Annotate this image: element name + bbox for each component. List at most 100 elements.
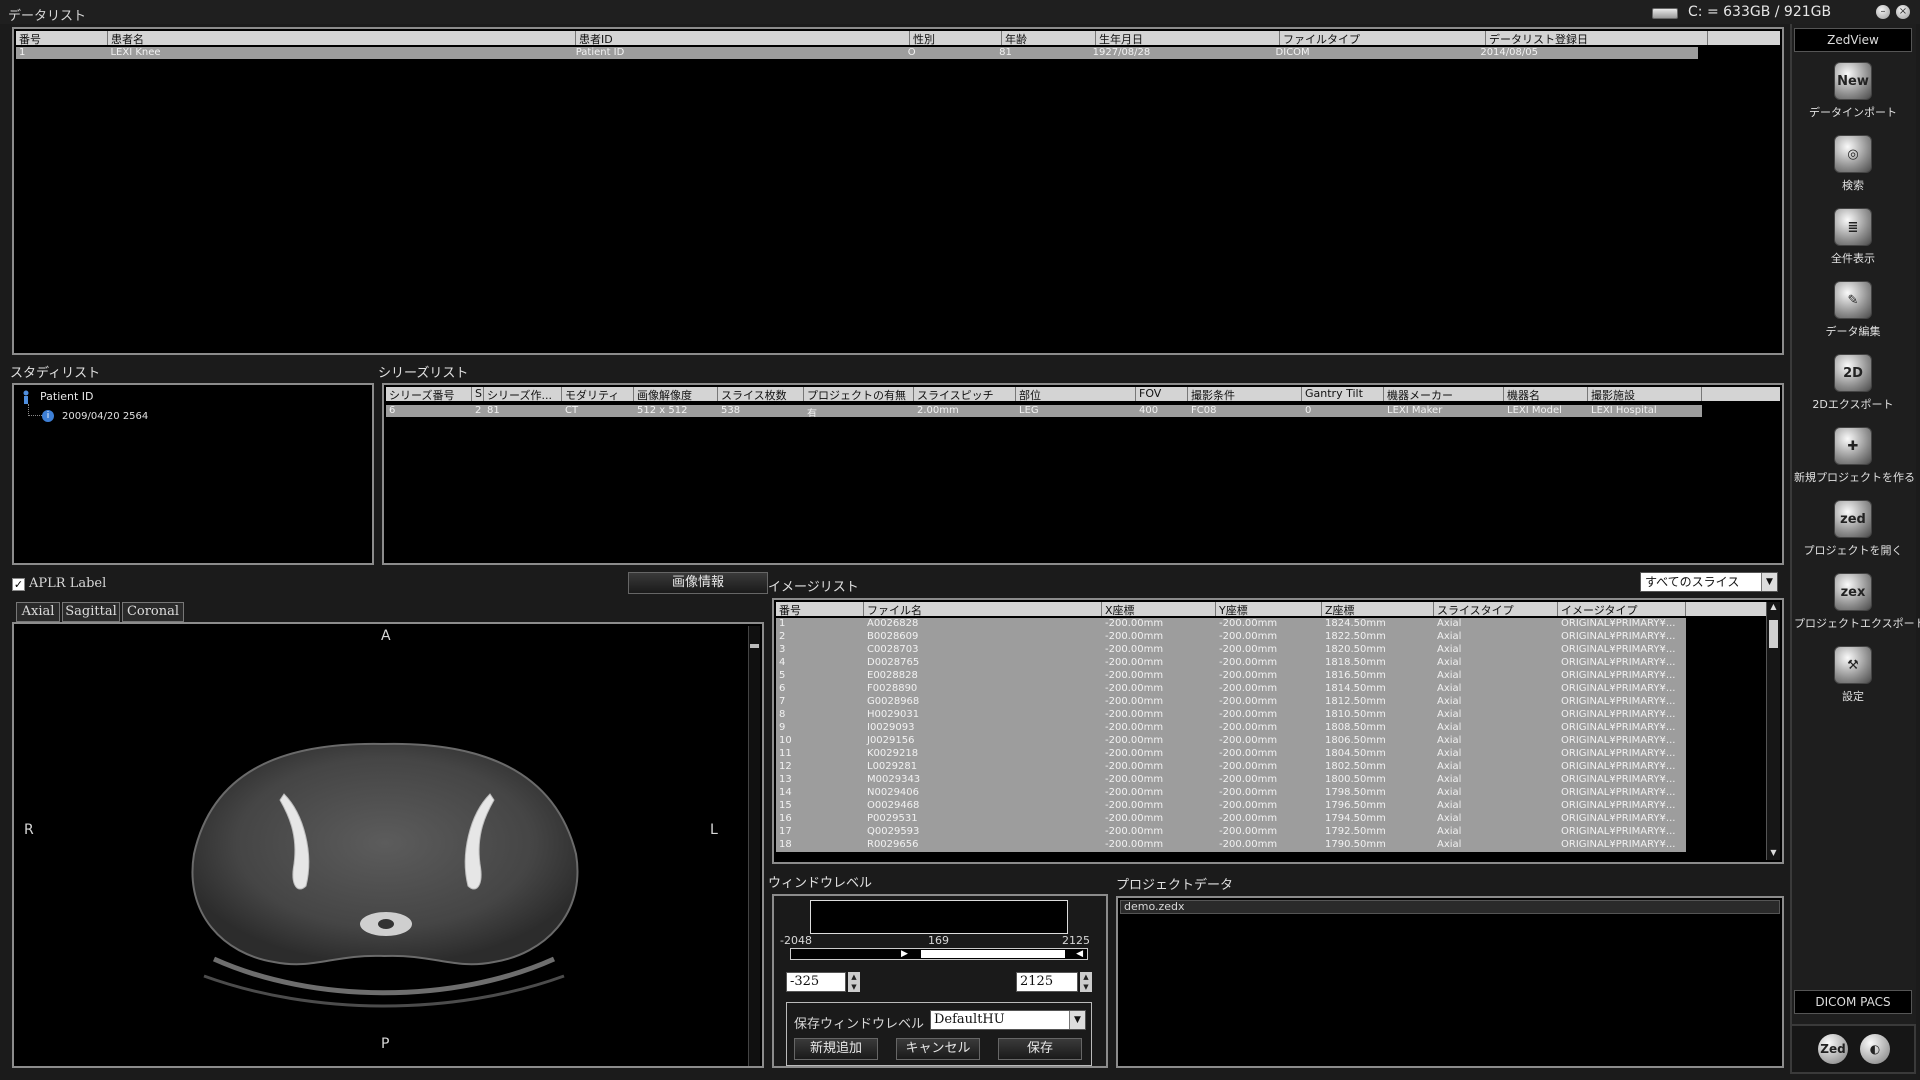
ct-viewport[interactable] [12, 622, 764, 1068]
image-list-scrollbar[interactable]: ▲ ▼ [1766, 602, 1780, 860]
column-header[interactable]: ファイル名 [864, 602, 1102, 616]
table-row[interactable]: 12 L0029281 -200.00mm -200.00mm 1802.50mm Axi… [776, 761, 1686, 774]
sidebar-button-new-project[interactable]: ✚ 新規プロジェクトを作る [1794, 427, 1915, 497]
column-header[interactable]: スライスタイプ [1434, 602, 1558, 616]
export-2d-icon: 2D [1834, 354, 1872, 392]
table-row[interactable]: 14 N0029406 -200.00mm -200.00mm 1798.50mm Axi… [776, 787, 1686, 800]
aplr-checkbox[interactable]: ✓ [12, 578, 25, 591]
globe-icon[interactable]: ◐ [1860, 1034, 1890, 1064]
table-cell: ORIGINAL¥PRIMARY¥... [1561, 696, 1676, 707]
table-row[interactable]: 4 D0028765 -200.00mm -200.00mm 1818.50mm Axia… [776, 657, 1686, 670]
sidebar-button-list-all[interactable]: ≣ 全件表示 [1794, 208, 1912, 278]
dicom-pacs-button[interactable]: DICOM PACS [1794, 990, 1912, 1014]
table-row[interactable]: 11 K0029218 -200.00mm -200.00mm 1804.50mm Axi… [776, 748, 1686, 761]
slice-filter-value: すべてのスライス [1645, 575, 1740, 589]
column-header[interactable]: X座標 [1102, 602, 1216, 616]
table-cell: -200.00mm [1105, 800, 1164, 811]
column-header[interactable]: データリスト登録日 [1486, 31, 1708, 45]
sidebar-button-settings[interactable]: ⚒ 設定 [1794, 646, 1912, 716]
table-row[interactable]: 17 Q0029593 -200.00mm -200.00mm 1792.50mm Axi… [776, 826, 1686, 839]
column-header[interactable]: 番号 [16, 31, 108, 45]
table-row[interactable]: 7 G0028968 -200.00mm -200.00mm 1812.50mm Axia… [776, 696, 1686, 709]
study-root-patient[interactable]: Patient ID [40, 390, 94, 403]
column-header[interactable]: 撮影施設 [1588, 387, 1702, 401]
column-header[interactable]: スライスピッチ [914, 387, 1016, 401]
column-header[interactable]: S [472, 387, 484, 401]
column-header[interactable]: 機器名 [1504, 387, 1588, 401]
column-header[interactable]: Z座標 [1322, 602, 1434, 616]
table-row[interactable]: 1 A0026828 -200.00mm -200.00mm 1824.50mm Axia… [776, 618, 1686, 631]
column-header[interactable]: Y座標 [1216, 602, 1322, 616]
table-cell: ORIGINAL¥PRIMARY¥... [1561, 670, 1676, 681]
column-header[interactable]: プロジェクトの有無 [804, 387, 914, 401]
column-header[interactable]: FOV [1136, 387, 1188, 401]
table-row[interactable]: 3 C0028703 -200.00mm -200.00mm 1820.50mm Axia… [776, 644, 1686, 657]
table-cell: Axial [1437, 839, 1462, 850]
zed-logo-icon[interactable]: Zed [1818, 1034, 1848, 1064]
table-cell: 1800.50mm [1325, 774, 1386, 785]
wl-high-stepper[interactable]: ▲ ▼ [1080, 972, 1092, 992]
slice-filter-dropdown[interactable]: すべてのスライス ▼ [1640, 572, 1778, 592]
study-item[interactable]: 2009/04/20 2564 [62, 411, 148, 422]
table-cell: Axial [1437, 683, 1462, 694]
drive-icon [1652, 8, 1678, 19]
sidebar-button-export-2d[interactable]: 2D 2Dエクスポート [1794, 354, 1912, 424]
column-header[interactable]: スライス枚数 [718, 387, 804, 401]
wl-low-input[interactable]: -325 [786, 972, 846, 992]
table-row[interactable]: 1 LEXI Knee Patient ID O 81 1927/08/28 DICOM 20… [16, 47, 1698, 59]
column-header[interactable]: シリーズ作... [484, 387, 562, 401]
viewer-scrollbar[interactable] [748, 626, 760, 1066]
column-header[interactable]: Gantry Tilt [1302, 387, 1384, 401]
table-row[interactable]: 13 M0029343 -200.00mm -200.00mm 1800.50mm Axi… [776, 774, 1686, 787]
table-row[interactable]: 15 O0029468 -200.00mm -200.00mm 1796.50mm Axi… [776, 800, 1686, 813]
sidebar-button-open-project[interactable]: zed プロジェクトを開く [1794, 500, 1912, 570]
column-header[interactable]: 年齢 [1002, 31, 1096, 45]
wl-preset-dropdown[interactable]: DefaultHU ▼ [930, 1010, 1086, 1030]
cancel-button[interactable]: キャンセル [896, 1038, 980, 1060]
table-cell: 2 [779, 631, 786, 642]
table-row[interactable]: 10 J0029156 -200.00mm -200.00mm 1806.50mm Axi… [776, 735, 1686, 748]
table-row[interactable]: 5 E0028828 -200.00mm -200.00mm 1816.50mm Axia… [776, 670, 1686, 683]
series-list-title: シリーズリスト [378, 366, 469, 381]
project-item[interactable]: demo.zedx [1120, 900, 1780, 914]
close-icon[interactable]: × [1896, 5, 1910, 19]
column-header[interactable]: シリーズ番号 [386, 387, 472, 401]
sidebar-button-label: 2Dエクスポート [1812, 398, 1894, 411]
column-header[interactable]: 撮影条件 [1188, 387, 1302, 401]
image-info-button[interactable]: 画像情報 [628, 572, 768, 594]
sidebar-button-search[interactable]: ◎ 検索 [1794, 135, 1912, 205]
wl-low-stepper[interactable]: ▲ ▼ [848, 972, 860, 992]
column-header[interactable]: 患者名 [108, 31, 576, 45]
table-row[interactable]: 6 2 81 CT 512 x 512 538 有 2.00mm LEG 400 FC08 0 LEXI… [386, 405, 1702, 417]
table-row[interactable]: 9 I0029093 -200.00mm -200.00mm 1808.50mm Axia… [776, 722, 1686, 735]
tab-sagittal[interactable]: Sagittal [62, 602, 120, 622]
table-row[interactable]: 16 P0029531 -200.00mm -200.00mm 1794.50mm Axi… [776, 813, 1686, 826]
tab-coronal[interactable]: Coronal [122, 602, 184, 622]
table-row[interactable]: 6 F0028890 -200.00mm -200.00mm 1814.50mm Axia… [776, 683, 1686, 696]
column-header[interactable]: 性別 [910, 31, 1002, 45]
column-header[interactable]: モダリティ [562, 387, 634, 401]
column-header[interactable]: 患者ID [576, 31, 910, 45]
sidebar-button-new-import[interactable]: New データインポート [1794, 62, 1912, 132]
column-header[interactable]: 画像解像度 [634, 387, 718, 401]
column-header[interactable]: ファイルタイプ [1280, 31, 1486, 45]
tab-axial[interactable]: Axial [16, 602, 60, 622]
table-cell: Axial [1437, 748, 1462, 759]
column-header[interactable]: 生年月日 [1096, 31, 1280, 45]
table-row[interactable]: 8 H0029031 -200.00mm -200.00mm 1810.50mm Axia… [776, 709, 1686, 722]
column-header[interactable]: イメージタイプ [1558, 602, 1686, 616]
table-row[interactable]: 18 R0029656 -200.00mm -200.00mm 1790.50mm Axi… [776, 839, 1686, 852]
column-header[interactable]: 番号 [776, 602, 864, 616]
sidebar-button-edit[interactable]: ✎ データ編集 [1794, 281, 1912, 351]
save-button[interactable]: 保存 [998, 1038, 1082, 1060]
wl-high-input[interactable]: 2125 [1016, 972, 1078, 992]
minimize-icon[interactable]: – [1876, 5, 1890, 19]
table-cell: -200.00mm [1219, 839, 1278, 850]
add-window-level-button[interactable]: 新規追加 [794, 1038, 878, 1060]
column-header[interactable]: 部位 [1016, 387, 1136, 401]
table-row[interactable]: 2 B0028609 -200.00mm -200.00mm 1822.50mm Axia… [776, 631, 1686, 644]
window-level-slider[interactable]: ▶ ◀ [790, 948, 1088, 960]
sidebar-button-project-export[interactable]: zex プロジェクトエクスポート [1794, 573, 1920, 643]
column-header[interactable]: 機器メーカー [1384, 387, 1504, 401]
table-cell: ORIGINAL¥PRIMARY¥... [1561, 657, 1676, 668]
